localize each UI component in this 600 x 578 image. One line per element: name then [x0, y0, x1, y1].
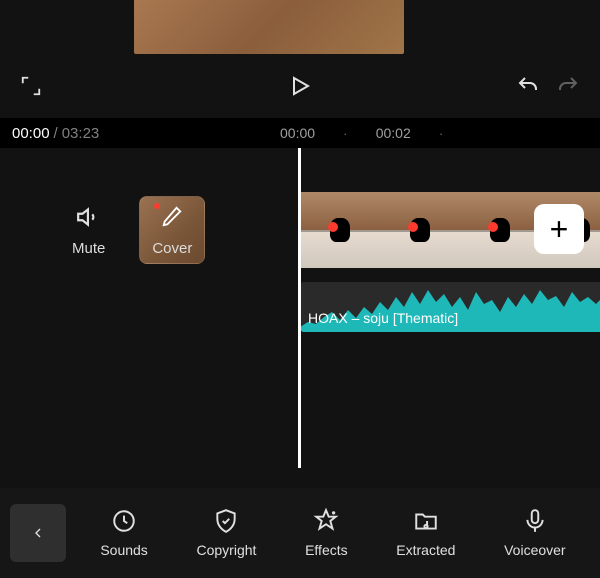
star-sparkle-icon [313, 508, 339, 534]
copyright-button[interactable]: Copyright [196, 508, 256, 558]
timeline-left-tools: Mute Cover [72, 196, 205, 264]
cover-button[interactable]: Cover [139, 196, 205, 264]
audio-track-label: HOAX – soju [Thematic] [308, 310, 458, 326]
voiceover-label: Voiceover [504, 542, 565, 558]
back-button[interactable] [10, 504, 66, 562]
effects-label: Effects [305, 542, 348, 558]
sounds-button[interactable]: Sounds [100, 508, 147, 558]
undo-button[interactable] [516, 74, 540, 98]
speaker-icon [76, 204, 102, 230]
clip-thumbnail[interactable] [300, 192, 380, 268]
redo-button[interactable] [556, 74, 580, 98]
playhead[interactable] [298, 148, 301, 468]
sounds-label: Sounds [100, 542, 147, 558]
player-controls [0, 66, 600, 106]
video-preview[interactable] [134, 0, 404, 54]
voiceover-button[interactable]: Voiceover [504, 508, 565, 558]
ruler-ticks: 00:00 · 00:02 · [280, 118, 600, 148]
audio-track[interactable]: HOAX – soju [Thematic] [300, 282, 600, 332]
add-clip-button[interactable]: + [534, 204, 584, 254]
copyright-label: Copyright [196, 542, 256, 558]
mute-label: Mute [72, 240, 105, 257]
folder-music-icon [413, 508, 439, 534]
plus-icon: + [550, 211, 569, 248]
play-button[interactable] [288, 74, 312, 98]
tick-dot: · [343, 125, 348, 141]
extracted-button[interactable]: Extracted [396, 508, 455, 558]
bottom-toolbar: Sounds Copyright Effects [0, 488, 600, 578]
total-duration: 03:23 [62, 125, 100, 142]
clip-thumbnail[interactable] [380, 192, 460, 268]
cover-red-accent [154, 203, 160, 209]
pencil-icon [161, 205, 183, 227]
mute-button[interactable]: Mute [72, 204, 105, 257]
microphone-icon [522, 508, 548, 534]
fullscreen-icon[interactable] [20, 75, 42, 97]
timeline[interactable]: Mute Cover + HOAX – soju [Thematic] [0, 148, 600, 488]
clip-thumbnail[interactable] [460, 192, 540, 268]
tick-label: 00:00 [280, 125, 315, 141]
extracted-label: Extracted [396, 542, 455, 558]
time-separator: / [50, 125, 62, 142]
current-time: 00:00 [12, 125, 50, 142]
time-ruler[interactable]: 00:00 / 03:23 00:00 · 00:02 · [0, 118, 600, 148]
effects-button[interactable]: Effects [305, 508, 348, 558]
shield-check-icon [213, 508, 239, 534]
disc-icon [111, 508, 137, 534]
cover-label: Cover [152, 240, 192, 257]
tick-label: 00:02 [376, 125, 411, 141]
tick-dot: · [439, 125, 444, 141]
